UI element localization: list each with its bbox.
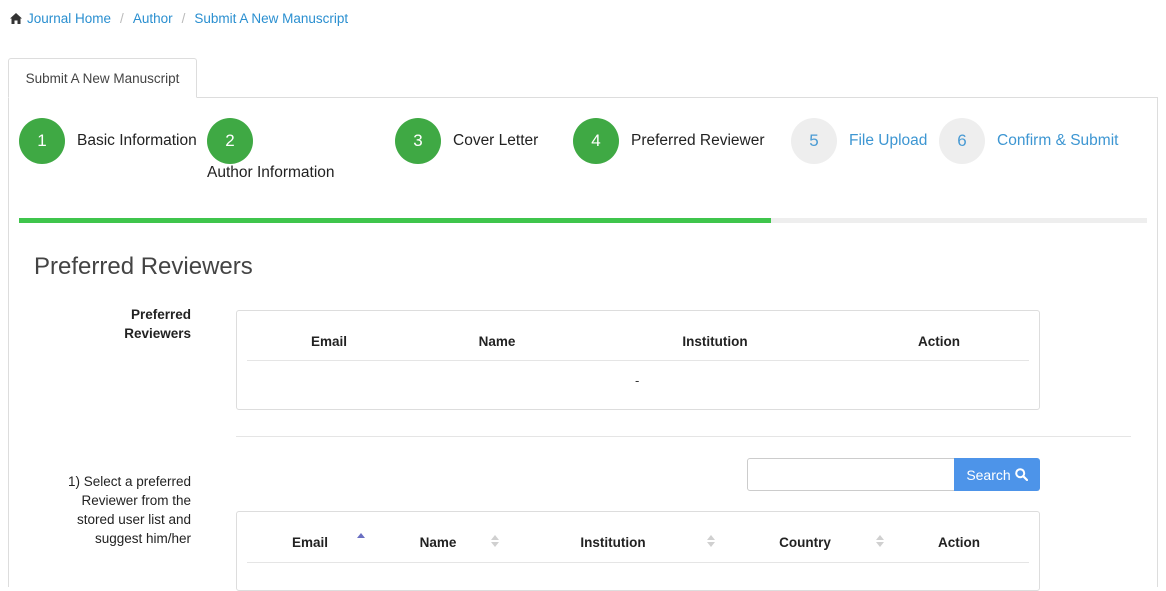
sort-asc-icon[interactable] xyxy=(357,532,365,546)
preferred-reviewers-table: Email Name Institution Action - xyxy=(236,310,1040,410)
column-header-institution: Institution xyxy=(682,334,748,349)
breadcrumb-separator: / xyxy=(181,11,186,26)
home-icon xyxy=(10,13,22,24)
breadcrumb-journal-home[interactable]: Journal Home xyxy=(27,11,111,26)
search-icon xyxy=(1014,468,1028,481)
breadcrumb: Journal Home / Author / Submit A New Man… xyxy=(10,11,348,26)
column-header-action: Action xyxy=(918,334,960,349)
column-header-country[interactable]: Country xyxy=(767,535,843,550)
tab-submit-new-manuscript[interactable]: Submit A New Manuscript xyxy=(8,58,197,98)
search-button-label: Search xyxy=(966,466,1011,483)
step-5-label[interactable]: File Upload xyxy=(849,132,927,150)
breadcrumb-separator: / xyxy=(120,11,124,26)
progress-fill xyxy=(19,218,772,223)
step-2-circle[interactable]: 2 xyxy=(207,118,253,164)
column-header-email: Email xyxy=(310,334,348,349)
step-4-label[interactable]: Preferred Reviewer xyxy=(631,132,765,150)
search-input[interactable] xyxy=(747,458,955,491)
step-4-circle[interactable]: 4 xyxy=(573,118,619,164)
empty-table-cell: - xyxy=(635,373,640,388)
breadcrumb-submit-manuscript[interactable]: Submit A New Manuscript xyxy=(194,11,348,26)
column-header-name[interactable]: Name xyxy=(405,535,471,550)
step-3-label[interactable]: Cover Letter xyxy=(453,132,538,150)
breadcrumb-author[interactable]: Author xyxy=(133,11,173,26)
search-button[interactable]: Search xyxy=(954,458,1040,491)
sort-icon[interactable] xyxy=(876,534,884,548)
step-6-circle[interactable]: 6 xyxy=(939,118,985,164)
progress-bar xyxy=(19,218,1147,223)
step-6-label[interactable]: Confirm & Submit xyxy=(997,132,1118,150)
sort-icon[interactable] xyxy=(707,534,715,548)
section-title: Preferred Reviewers xyxy=(34,253,253,280)
step-2-label[interactable]: Author Information xyxy=(207,164,335,182)
step-5-circle[interactable]: 5 xyxy=(791,118,837,164)
sort-icon[interactable] xyxy=(491,534,499,548)
step-3-circle[interactable]: 3 xyxy=(395,118,441,164)
select-reviewer-label: 1) Select a preferred Reviewer from the … xyxy=(67,474,191,546)
column-header-email[interactable]: Email xyxy=(277,535,343,550)
preferred-reviewers-label: Preferred Reviewers xyxy=(124,307,191,341)
column-header-action: Action xyxy=(938,535,980,550)
section-divider xyxy=(236,436,1131,437)
column-header-name: Name xyxy=(478,334,516,349)
column-header-institution[interactable]: Institution xyxy=(563,535,663,550)
table-header-divider xyxy=(247,562,1029,563)
step-1-label[interactable]: Basic Information xyxy=(77,132,197,150)
user-list-table: Email Name Institution Country Action xyxy=(236,511,1040,591)
table-header-divider xyxy=(247,360,1029,361)
step-1-circle[interactable]: 1 xyxy=(19,118,65,164)
